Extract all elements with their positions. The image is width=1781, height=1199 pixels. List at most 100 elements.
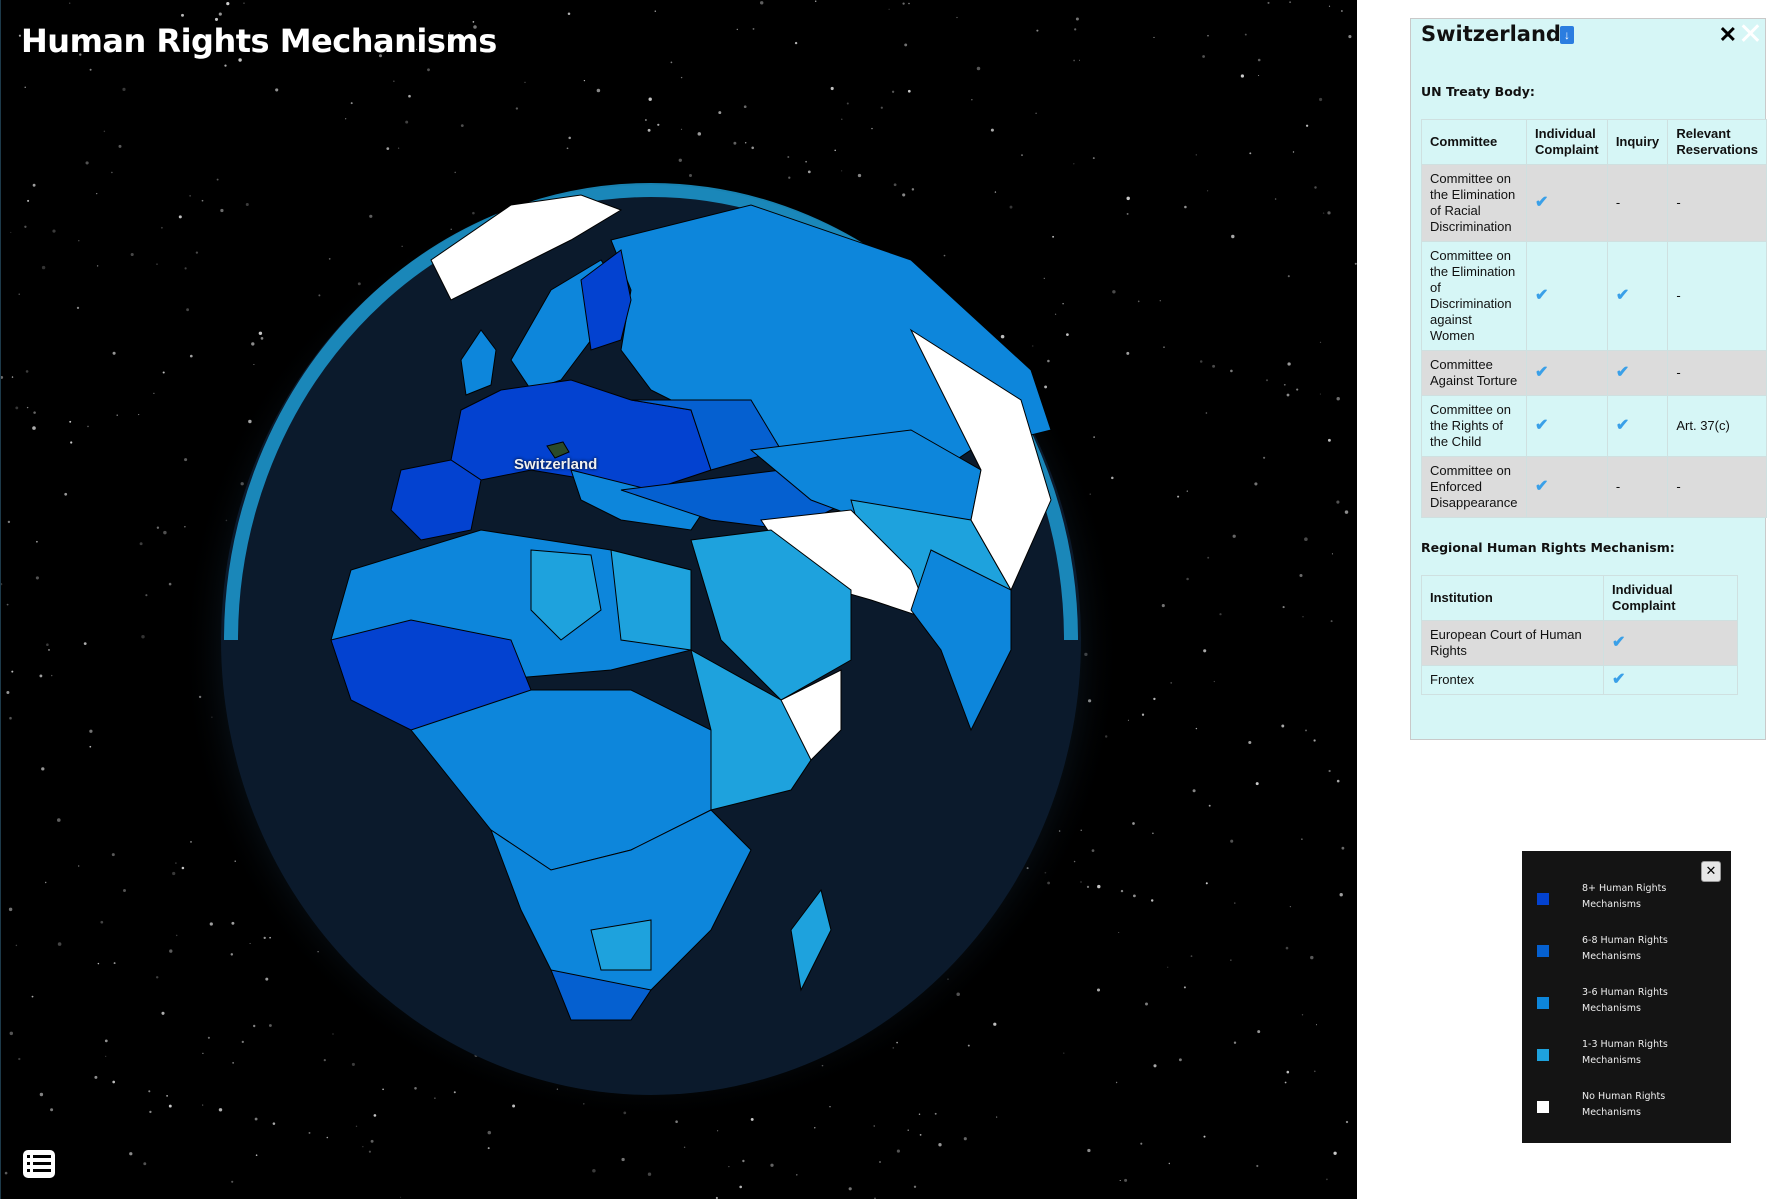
star <box>971 99 973 101</box>
star <box>57 818 61 822</box>
close-panel-button[interactable]: ✕ <box>1719 22 1737 48</box>
legend-item: 1-3 Human Rights Mechanisms <box>1537 1037 1707 1077</box>
checkmark-icon: ✔ <box>1526 164 1608 242</box>
star <box>143 1162 147 1166</box>
star <box>736 28 738 31</box>
star <box>408 94 411 98</box>
star <box>1 375 4 379</box>
star <box>1286 1070 1290 1074</box>
star <box>1319 341 1322 344</box>
star <box>87 425 89 428</box>
globe[interactable] <box>151 170 1201 1170</box>
star <box>1036 29 1039 32</box>
star <box>89 745 92 748</box>
table-row: Committee on the Rights of the Child ✔ ✔… <box>1420 395 1767 457</box>
globe-map-view[interactable]: Human Rights Mechanisms Switzerland <box>0 0 1357 1199</box>
legend-item: No Human Rights Mechanisms <box>1537 1089 1707 1129</box>
file-download-icon[interactable]: ↓ <box>1560 26 1574 44</box>
star <box>524 81 526 84</box>
star <box>397 147 400 149</box>
star <box>976 66 981 71</box>
star <box>9 1031 14 1036</box>
star <box>141 634 145 639</box>
star <box>57 942 62 946</box>
star <box>46 643 49 646</box>
close-icon[interactable]: ✕ <box>1738 17 1763 52</box>
star <box>145 594 148 597</box>
star <box>113 962 116 965</box>
star <box>1285 946 1289 950</box>
star <box>1265 379 1269 382</box>
star <box>1344 510 1349 514</box>
legend-label: 1-3 Human Rights Mechanisms <box>1582 1037 1668 1069</box>
star <box>515 107 519 110</box>
table-header-row: Institution Individual Complaint <box>1421 575 1738 621</box>
star <box>1331 553 1333 555</box>
star <box>1234 902 1236 904</box>
star <box>10 231 12 233</box>
column-header: Individual Complaint <box>1603 575 1738 621</box>
checkmark-icon: ✔ <box>1606 241 1669 351</box>
star <box>1336 500 1340 504</box>
inquiry-cell: - <box>1606 164 1669 242</box>
star <box>670 61 673 64</box>
selected-country-label: Switzerland <box>514 456 598 473</box>
star <box>400 1196 402 1198</box>
star <box>11 376 14 378</box>
star <box>645 119 647 121</box>
regional-section-title: Regional Human Rights Mechanism: <box>1421 540 1675 555</box>
star <box>1289 1 1292 4</box>
star <box>224 64 227 67</box>
column-header: Committee <box>1420 119 1528 165</box>
star <box>1257 1030 1261 1034</box>
star <box>78 240 80 242</box>
app-title: Human Rights Mechanisms <box>21 22 497 60</box>
legend-close-button[interactable]: ✕ <box>1701 861 1721 882</box>
star <box>7 520 11 524</box>
star <box>118 144 122 148</box>
star <box>1289 905 1292 908</box>
star <box>1282 606 1285 609</box>
star <box>888 8 890 10</box>
star <box>1263 456 1266 459</box>
star <box>1305 729 1307 732</box>
list-icon-line <box>33 1169 51 1172</box>
star <box>123 889 126 892</box>
star <box>1284 1081 1287 1084</box>
legend-item: 6-8 Human Rights Mechanisms <box>1537 933 1707 973</box>
table-row: European Court of Human Rights ✔ <box>1421 620 1738 666</box>
star <box>1287 362 1291 366</box>
star <box>1021 154 1023 156</box>
star <box>1248 740 1252 745</box>
star <box>871 127 873 130</box>
reservations-cell: - <box>1667 164 1767 242</box>
star <box>1258 74 1260 77</box>
legend-item: 8+ Human Rights Mechanisms <box>1537 881 1707 921</box>
checkmark-icon: ✔ <box>1606 350 1669 396</box>
star <box>787 156 790 158</box>
star <box>1310 955 1314 960</box>
star <box>1035 112 1037 115</box>
star <box>1249 152 1252 155</box>
legend-label-line1: 6-8 Human Rights <box>1582 935 1668 946</box>
star <box>1256 1164 1259 1168</box>
star <box>85 161 89 165</box>
star <box>794 41 798 45</box>
star <box>1292 151 1295 153</box>
star <box>1208 804 1211 807</box>
star <box>1202 55 1205 58</box>
legend-swatch <box>1537 893 1549 905</box>
star <box>427 68 430 72</box>
star <box>69 2 71 4</box>
star <box>1326 1178 1328 1181</box>
star <box>956 16 958 19</box>
star <box>1255 782 1259 786</box>
un-treaty-table: Committee Individual Complaint Inquiry R… <box>1420 119 1767 518</box>
legend-label-line2: Mechanisms <box>1582 1107 1641 1118</box>
star <box>1313 739 1316 742</box>
list-view-button[interactable] <box>23 1150 55 1178</box>
star <box>1230 369 1233 373</box>
star <box>830 86 834 91</box>
star <box>15 406 19 410</box>
star <box>648 97 652 101</box>
